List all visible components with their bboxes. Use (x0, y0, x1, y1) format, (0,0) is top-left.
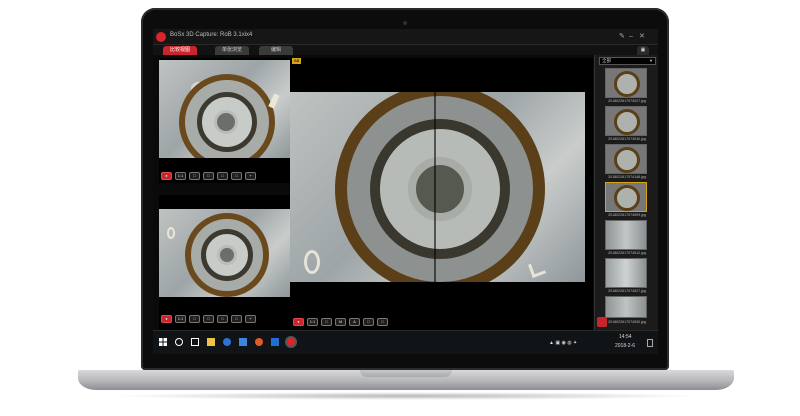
add-button[interactable]: + (245, 315, 256, 323)
task-view-icon[interactable] (191, 338, 199, 346)
thumbnail-selected[interactable] (605, 182, 647, 212)
firing-pin-mark (214, 110, 238, 134)
thumb-primer (614, 147, 640, 173)
capture-app-icon[interactable] (287, 338, 295, 346)
tab-single[interactable]: 单张浏览 (215, 46, 249, 55)
thumb-primer (614, 71, 640, 97)
annotate-button[interactable]: A (349, 318, 360, 326)
tool-button[interactable]: □ (231, 172, 242, 180)
title-bar: BoSx 3D Capture: RoB 3.1xix4 ✎ – ✕ (153, 29, 658, 45)
app-logo-icon (156, 32, 166, 42)
record-button[interactable]: ● (161, 172, 172, 180)
thumbnail[interactable] (605, 106, 647, 136)
stamp-mark (304, 250, 320, 274)
webcam-icon (403, 21, 407, 25)
thumbnail-caption: 2018022617073040.jpg (608, 137, 646, 141)
panel-tag: AB (292, 58, 302, 64)
notifications-icon[interactable] (647, 339, 653, 347)
zoom-1to1-button[interactable]: 1:1 (175, 315, 186, 323)
thumbnail-caption: 2018022617074527.jpg (608, 289, 646, 293)
micrograph-b[interactable] (159, 209, 290, 297)
comparison-micrograph[interactable] (290, 92, 585, 282)
record-button[interactable]: ● (161, 315, 172, 323)
tool-button[interactable]: □ (189, 172, 200, 180)
laptop-notch (360, 370, 452, 377)
thumbnail-caption: 2018022617073027.jpg (608, 99, 646, 103)
thumb-primer (614, 185, 640, 211)
thumb-primer (614, 109, 640, 135)
filter-dropdown[interactable]: 全部 ▼ (599, 57, 656, 65)
store-icon[interactable] (239, 338, 247, 346)
tool-button[interactable]: □ (203, 172, 214, 180)
taskbar: ▲ ▣ ◉ ◍ ✦ 14:54 2018-2-6 (153, 330, 658, 354)
tool-button[interactable]: □ (189, 315, 200, 323)
tool-button[interactable]: □ (231, 315, 242, 323)
clock-date: 2018-2-6 (615, 343, 636, 349)
firefox-icon[interactable] (255, 338, 263, 346)
firing-pin-mark (217, 245, 237, 265)
tool-button[interactable]: □ (377, 318, 388, 326)
settings-icon[interactable]: ✎ (619, 32, 625, 41)
firing-pin-mark (408, 157, 472, 221)
panel-compare: AB ● 1:1 □ M A □ □ (290, 58, 593, 330)
tab-bar: 比较视图 单张浏览 编辑 ▣ (153, 45, 658, 55)
tool-button[interactable]: □ (363, 318, 374, 326)
thumbnail-caption: 2018022617074530.jpg (608, 320, 646, 324)
thumbnail-caption: 2018022617074148.jpg (608, 175, 646, 179)
add-button[interactable]: + (245, 172, 256, 180)
tab-compare[interactable]: 比较视图 (163, 46, 197, 55)
zoom-1to1-button[interactable]: 1:1 (307, 318, 318, 326)
toolbar-b: ● 1:1 □ □ □ □ + (161, 315, 256, 324)
file-explorer-icon[interactable] (207, 338, 215, 346)
laptop-shadow (110, 392, 702, 400)
thumbnail-caption: 2018022617074512.jpg (608, 251, 646, 255)
comparison-divider[interactable] (434, 92, 436, 282)
thumbnail[interactable] (605, 144, 647, 174)
clock-time: 14:54 (619, 334, 632, 340)
thumbnail[interactable] (605, 220, 647, 250)
word-icon[interactable] (271, 338, 279, 346)
micrograph-a[interactable] (159, 60, 290, 158)
windows-start-icon[interactable] (159, 338, 167, 346)
app-screen: BoSx 3D Capture: RoB 3.1xix4 ✎ – ✕ 比较视图 … (153, 29, 658, 354)
thumbnail[interactable] (605, 296, 647, 318)
close-icon[interactable]: ✕ (639, 32, 645, 41)
window-title: BoSx 3D Capture: RoB 3.1xix4 (170, 32, 253, 38)
tool-button[interactable]: □ (321, 318, 332, 326)
thumbnail[interactable] (605, 68, 647, 98)
edge-icon[interactable] (223, 338, 231, 346)
minimize-icon[interactable]: – (629, 32, 633, 41)
screenshot-button[interactable]: ▣ (637, 46, 649, 55)
record-button[interactable]: ● (293, 318, 304, 326)
app-badge-icon[interactable] (597, 317, 607, 327)
stamp-mark (167, 227, 175, 239)
tray-icons[interactable]: ▲ ▣ ◉ ◍ ✦ (549, 340, 577, 346)
thumbnail[interactable] (605, 258, 647, 288)
tool-button[interactable]: □ (203, 315, 214, 323)
toolbar-main: ● 1:1 □ M A □ □ (293, 318, 388, 327)
tab-edit[interactable]: 编辑 (259, 46, 293, 55)
tool-button[interactable]: □ (217, 315, 228, 323)
thumbnail-caption: 2018022617074509.jpg (608, 213, 646, 217)
search-icon[interactable] (175, 338, 183, 346)
toolbar-a: ● 1:1 □ □ □ □ + (161, 172, 256, 181)
zoom-1to1-button[interactable]: 1:1 (175, 172, 186, 180)
tool-button[interactable]: □ (217, 172, 228, 180)
thumbnail-sidebar: 全部 ▼ 2018022617073027.jpg 20180226170730… (594, 55, 658, 330)
chevron-down-icon: ▼ (649, 58, 653, 63)
panel-a: ● 1:1 □ □ □ □ + (159, 58, 290, 183)
panel-b: ● 1:1 □ □ □ □ + (159, 195, 290, 330)
filter-dropdown-value: 全部 (602, 58, 611, 63)
measure-button[interactable]: M (335, 318, 346, 326)
